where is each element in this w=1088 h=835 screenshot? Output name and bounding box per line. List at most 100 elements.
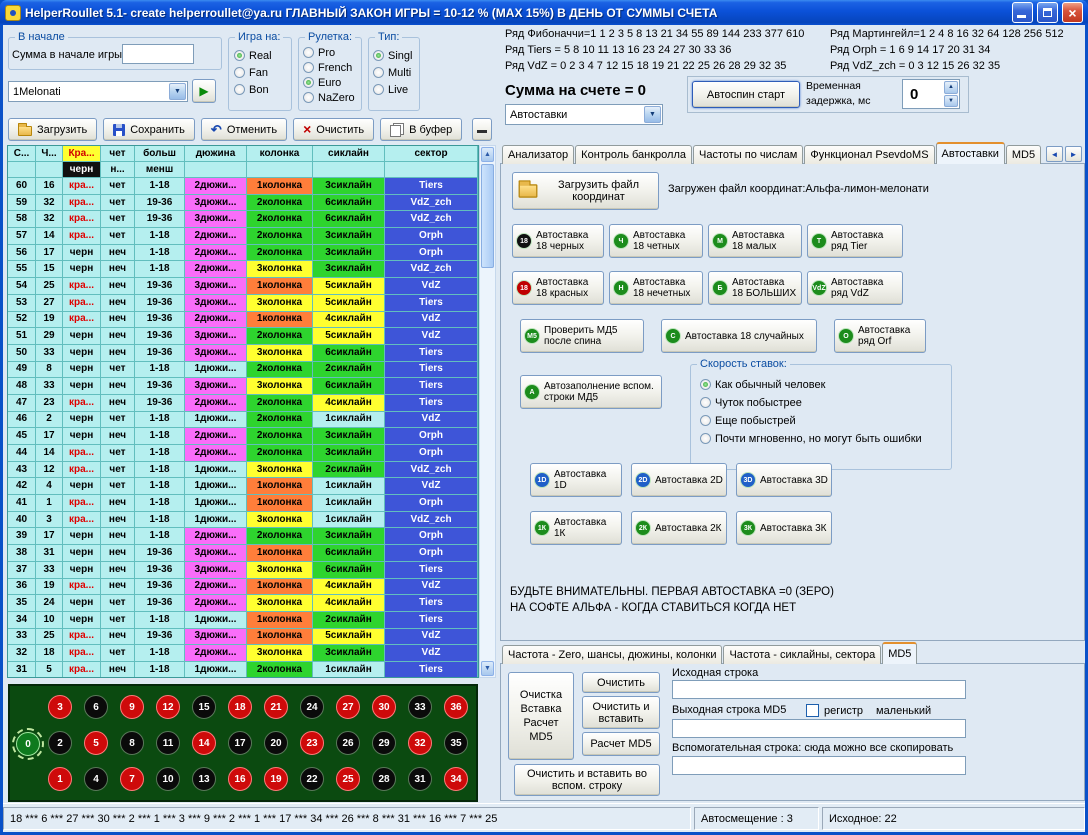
roulette-number-17[interactable]: 17 [228, 731, 252, 755]
table-row[interactable]: 5617черннеч1-182дюжи...2колонка3сиклайнO… [8, 245, 478, 262]
roulette-number-13[interactable]: 13 [192, 767, 216, 791]
autobet-button[interactable]: 2КАвтоставка 2К [631, 511, 727, 545]
radio-Чуток побыстрее[interactable]: Чуток побыстрее [700, 395, 922, 410]
roulette-number-2[interactable]: 2 [48, 731, 72, 755]
output-string-input[interactable] [672, 719, 966, 738]
autobet-button[interactable]: НАвтоставка 18 нечетных [609, 271, 703, 305]
main-tab-2[interactable]: Контроль банкролла [575, 145, 692, 164]
roulette-number-25[interactable]: 25 [336, 767, 360, 791]
source-string-input[interactable] [672, 680, 966, 699]
roulette-number-36[interactable]: 36 [444, 695, 468, 719]
table-row[interactable]: 3325кра...неч19-363дюжи...1колонка5сикла… [8, 629, 478, 646]
radio-Еще побыстрей[interactable]: Еще побыстрей [700, 413, 922, 428]
autobet-button[interactable]: TАвтоставка ряд Tier [807, 224, 903, 258]
table-row[interactable]: 3917черннеч1-182дюжи...2колонка3сиклайнO… [8, 528, 478, 545]
roulette-number-6[interactable]: 6 [84, 695, 108, 719]
clear-paste-aux-button[interactable]: Очистить и вставить во вспом. строку [514, 764, 660, 796]
autobet-button[interactable]: 3КАвтоставка 3К [736, 511, 832, 545]
roulette-number-20[interactable]: 20 [264, 731, 288, 755]
autobet-button[interactable]: САвтоставка 18 случайных [661, 319, 817, 353]
table-row[interactable]: 5033черннеч19-363дюжи...3колонка6сиклайн… [8, 345, 478, 362]
table-row[interactable]: 498чернчет1-181дюжи...2колонка2сиклайнTi… [8, 362, 478, 379]
autobet-button[interactable]: 18Автоставка 18 красных [512, 271, 604, 305]
roulette-number-5[interactable]: 5 [84, 731, 108, 755]
calc-md5-button[interactable]: Расчет MD5 [582, 732, 660, 756]
roulette-number-10[interactable]: 10 [156, 767, 180, 791]
radio-Bon[interactable]: Bon [234, 82, 272, 97]
table-row[interactable]: 4312кра...чет1-181дюжи...3колонка2сиклай… [8, 462, 478, 479]
aux-string-input[interactable] [672, 756, 966, 775]
table-row[interactable]: 3524чернчет19-362дюжи...3колонка4сиклайн… [8, 595, 478, 612]
register-checkbox[interactable] [806, 704, 819, 717]
roulette-number-11[interactable]: 11 [156, 731, 180, 755]
roulette-number-31[interactable]: 31 [408, 767, 432, 791]
roulette-number-0[interactable]: 0 [16, 732, 40, 756]
toolbar-button-erase[interactable]: Очистить [293, 118, 374, 141]
spinner-down-button[interactable]: ▼ [944, 95, 958, 108]
roulette-number-8[interactable]: 8 [120, 731, 144, 755]
tab-scroll-left-button[interactable]: ◄ [1046, 146, 1063, 162]
start-sum-input[interactable] [122, 44, 194, 64]
delay-value[interactable]: 0 [903, 80, 943, 108]
roulette-number-34[interactable]: 34 [444, 767, 468, 791]
table-row[interactable]: 4833черннеч19-363дюжи...3колонка6сиклайн… [8, 378, 478, 395]
table-row[interactable]: 4517черннеч1-182дюжи...2колонка3сиклайнO… [8, 428, 478, 445]
radio-French[interactable]: French [303, 60, 355, 75]
radio-Pro[interactable]: Pro [303, 45, 355, 60]
roulette-number-35[interactable]: 35 [444, 731, 468, 755]
clear-paste-button[interactable]: Очистить и вставить [582, 696, 660, 729]
radio-Fan[interactable]: Fan [234, 65, 272, 80]
table-row[interactable]: 5129черннеч19-363дюжи...2колонка5сиклайн… [8, 328, 478, 345]
autobet-button[interactable]: VdZАвтоставка ряд VdZ [807, 271, 903, 305]
table-row[interactable]: 403кра...неч1-181дюжи...3колонка1сиклайн… [8, 512, 478, 529]
spinner-up-button[interactable]: ▲ [944, 81, 958, 94]
table-row[interactable]: 5425кра...неч19-363дюжи...1колонка5сикла… [8, 278, 478, 295]
autobet-button[interactable]: ОАвтоставка ряд Orf [834, 319, 926, 353]
radio-Live[interactable]: Live [373, 82, 412, 97]
table-row[interactable]: 4723кра...неч19-362дюжи...2колонка4сикла… [8, 395, 478, 412]
table-row[interactable]: 5327кра...неч19-363дюжи...3колонка5сикла… [8, 295, 478, 312]
autospin-start-button[interactable]: Автоспин старт [692, 81, 800, 108]
close-button[interactable]: × [1062, 2, 1083, 23]
profile-select[interactable]: 1Melonati ▼ [8, 81, 188, 102]
table-row[interactable]: 3619кра...неч19-362дюжи...1колонка4сикла… [8, 579, 478, 596]
autobet-button[interactable]: ЧАвтоставка 18 четных [609, 224, 703, 258]
toolbar-button-folder[interactable]: Загрузить [8, 118, 97, 141]
main-tab-6[interactable]: MD5 [1006, 145, 1041, 164]
roulette-number-16[interactable]: 16 [228, 767, 252, 791]
roulette-number-1[interactable]: 1 [48, 767, 72, 791]
collapse-button[interactable] [472, 118, 492, 141]
table-row[interactable]: 4414кра...чет1-182дюжи...2колонка3сиклай… [8, 445, 478, 462]
table-row[interactable]: 424чернчет1-181дюжи...1колонка1сиклайнVd… [8, 478, 478, 495]
table-row[interactable]: 5219кра...неч19-362дюжи...1колонка4сикла… [8, 312, 478, 329]
radio-Real[interactable]: Real [234, 48, 272, 63]
main-tab-4[interactable]: Функционал PsevdoMS [804, 145, 934, 164]
scroll-down-button[interactable]: ▼ [481, 661, 494, 676]
bottom-tab-2[interactable]: Частота - сиклайны, сектора [723, 645, 881, 664]
roulette-number-14[interactable]: 14 [192, 731, 216, 755]
clear-button[interactable]: Очистить [582, 672, 660, 693]
roulette-number-27[interactable]: 27 [336, 695, 360, 719]
radio-Singl[interactable]: Singl [373, 48, 412, 63]
roulette-number-32[interactable]: 32 [408, 731, 432, 755]
toolbar-button-undo[interactable]: Отменить [201, 118, 287, 141]
radio-Почти мгновенно, но могут быть ошибки[interactable]: Почти мгновенно, но могут быть ошибки [700, 431, 922, 446]
radio-NaZero[interactable]: NaZero [303, 90, 355, 105]
chevron-down-icon[interactable]: ▼ [644, 106, 661, 123]
table-row[interactable]: 3831черннеч19-363дюжи...1колонка6сиклайн… [8, 545, 478, 562]
table-scrollbar[interactable]: ▲ ▼ [479, 145, 496, 678]
radio-Multi[interactable]: Multi [373, 65, 412, 80]
table-row[interactable]: 3410чернчет1-181дюжи...1колонка2сиклайнT… [8, 612, 478, 629]
main-tab-3[interactable]: Частоты по числам [693, 145, 803, 164]
autobet-button[interactable]: 1КАвтоставка 1К [530, 511, 622, 545]
table-row[interactable]: 5832кра...чет19-363дюжи...2колонка6сикла… [8, 211, 478, 228]
maximize-button[interactable] [1037, 2, 1058, 23]
main-tab-1[interactable]: Анализатор [502, 145, 574, 164]
roulette-number-12[interactable]: 12 [156, 695, 180, 719]
tab-scroll-right-button[interactable]: ► [1065, 146, 1082, 162]
radio-Euro[interactable]: Euro [303, 75, 355, 90]
table-row[interactable]: 5515черннеч1-182дюжи...3колонка3сиклайнV… [8, 261, 478, 278]
roulette-number-21[interactable]: 21 [264, 695, 288, 719]
table-row[interactable]: 3218кра...чет1-182дюжи...3колонка3сиклай… [8, 645, 478, 662]
autobet-button[interactable]: 3DАвтоставка 3D [736, 463, 832, 497]
